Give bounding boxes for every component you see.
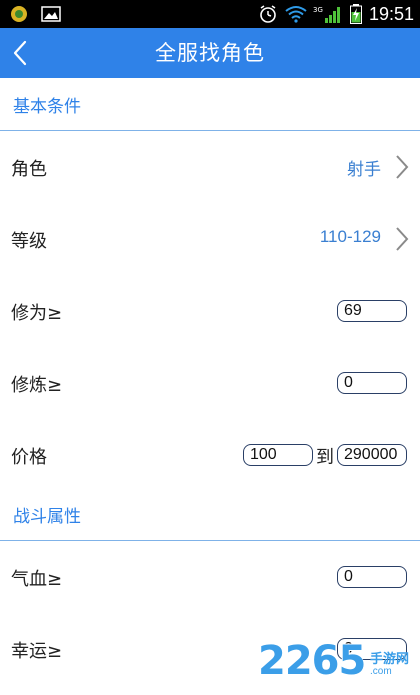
battery-charging-icon — [349, 4, 363, 24]
hp-label: 气血≥ — [11, 569, 63, 590]
app-header: 全服找角色 — [0, 28, 420, 78]
price-label: 价格 — [11, 447, 47, 468]
cultivation-row: 修为≥ — [0, 275, 420, 348]
level-row[interactable]: 等级 110-129 — [0, 203, 420, 276]
role-value: 射手 — [347, 160, 381, 180]
section-title-combat: 战斗属性 — [13, 507, 81, 527]
wifi-icon — [285, 4, 307, 24]
status-bar: 3G 19:51 — [0, 0, 420, 28]
cultivation-input[interactable] — [337, 300, 407, 322]
section-header-combat: 战斗属性 — [0, 488, 420, 541]
network-type-label: 3G — [313, 6, 323, 14]
level-value: 110-129 — [319, 227, 381, 246]
page-title: 全服找角色 — [155, 41, 265, 65]
hp-input[interactable] — [337, 566, 407, 588]
hp-row: 气血≥ — [0, 541, 420, 614]
price-min-input[interactable] — [243, 444, 313, 466]
refining-input[interactable] — [337, 372, 407, 394]
status-clock: 19:51 — [368, 3, 414, 24]
signal-icon: 3G — [313, 4, 343, 24]
price-max-input[interactable] — [337, 444, 407, 466]
watermark-suffix: .com — [370, 666, 392, 677]
level-label: 等级 — [11, 231, 47, 252]
section-header-basic: 基本条件 — [0, 78, 420, 131]
role-label: 角色 — [11, 159, 47, 180]
watermark-number: 2265 — [258, 638, 366, 684]
refining-label: 修炼≥ — [11, 375, 63, 396]
price-separator: 到 — [316, 447, 334, 468]
luck-label: 幸运≥ — [11, 641, 63, 662]
role-row[interactable]: 角色 射手 — [0, 131, 420, 204]
image-notification-icon — [40, 4, 62, 24]
watermark-brand: 手游网 — [370, 652, 410, 667]
site-watermark: 2265 手游网 .com — [252, 636, 412, 691]
alarm-icon — [257, 4, 279, 24]
chevron-right-icon — [396, 155, 409, 179]
cultivation-label: 修为≥ — [11, 303, 63, 324]
refining-row: 修炼≥ — [0, 347, 420, 420]
chevron-right-icon — [396, 227, 409, 251]
app-notification-icon — [8, 4, 30, 24]
price-row: 价格 到 — [0, 419, 420, 492]
section-title-basic: 基本条件 — [13, 97, 81, 117]
